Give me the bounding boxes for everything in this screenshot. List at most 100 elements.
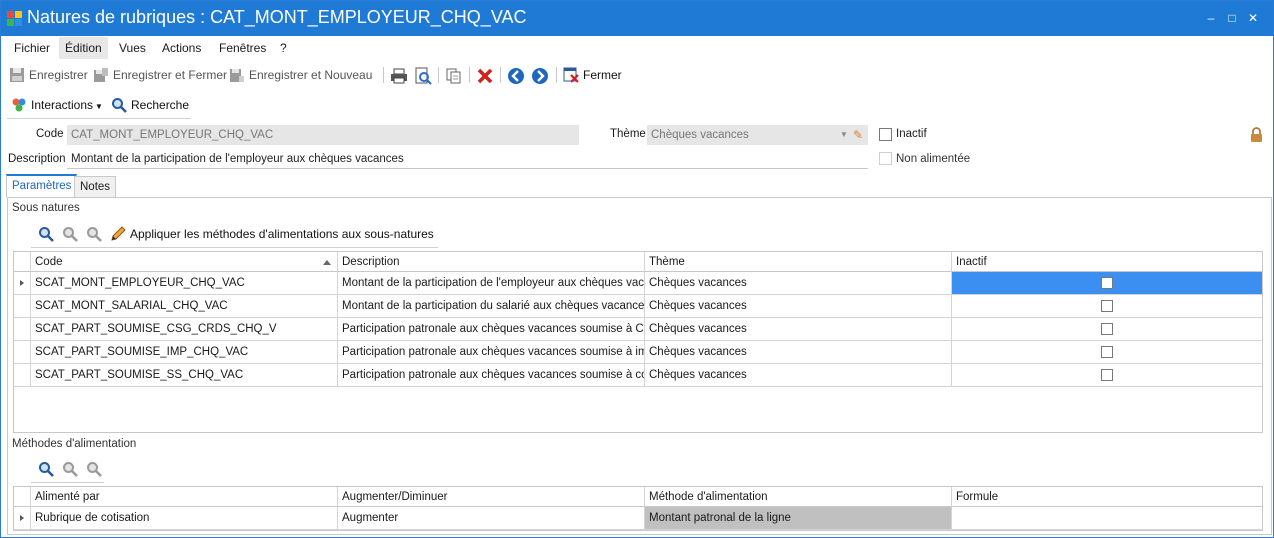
row-indicator[interactable] (14, 507, 31, 530)
menu-actions[interactable]: Actions (156, 37, 207, 59)
methodes-title: Méthodes d'alimentation (12, 438, 137, 450)
sous-natures-title: Sous natures (12, 202, 80, 214)
col-header-augmenter[interactable]: Augmenter/Diminuer (338, 487, 645, 507)
toolbar-separator (438, 67, 439, 83)
cell-description[interactable]: Participation patronale aux chèques vaca… (338, 318, 645, 341)
menu-fichier[interactable]: Fichier (8, 37, 56, 59)
cell-description[interactable]: Montant de la participation de l'employe… (338, 272, 645, 295)
col-header-inactif[interactable]: Inactif (952, 252, 1262, 272)
menu-help[interactable]: ? (274, 37, 293, 59)
theme-label: Thème (610, 128, 646, 140)
cell-code[interactable]: SCAT_PART_SOUMISE_IMP_CHQ_VAC (31, 341, 338, 364)
col-header-theme[interactable]: Thème (645, 252, 952, 272)
inactif-row-checkbox[interactable] (1101, 277, 1113, 289)
row-indicator[interactable] (14, 295, 31, 318)
lock-icon (1251, 127, 1262, 142)
row-indicator[interactable] (14, 318, 31, 341)
pencil-icon[interactable]: ✎ (853, 125, 863, 145)
print-icon[interactable] (390, 67, 408, 85)
cell-augmenter[interactable]: Augmenter (338, 507, 645, 530)
next-icon[interactable] (531, 67, 549, 85)
cell-inactif[interactable] (952, 364, 1262, 387)
minimize-button[interactable]: – (1202, 9, 1220, 27)
description-field[interactable]: Montant de la participation de l'employe… (67, 149, 868, 169)
non-alimentee-checkbox[interactable] (879, 152, 892, 165)
menu-vues[interactable]: Vues (113, 37, 152, 59)
print-preview-icon[interactable] (414, 67, 432, 85)
toolbar-underline (31, 482, 104, 483)
cell-inactif[interactable] (952, 272, 1262, 295)
maximize-button[interactable]: □ (1223, 9, 1241, 27)
search-icon[interactable] (38, 226, 54, 242)
previous-icon[interactable] (507, 67, 525, 85)
inactif-row-checkbox[interactable] (1101, 300, 1113, 312)
cell-formule[interactable] (952, 507, 1262, 530)
non-alimentee-label: Non alimentée (896, 153, 971, 165)
recherche-label: Recherche (131, 98, 190, 112)
description-label: Description (8, 153, 66, 165)
cell-code[interactable]: SCAT_MONT_SALARIAL_CHQ_VAC (31, 295, 338, 318)
apply-methods-button[interactable]: Appliquer les méthodes d'alimentations a… (110, 224, 434, 244)
cell-code[interactable]: SCAT_PART_SOUMISE_SS_CHQ_VAC (31, 364, 338, 387)
interactions-icon (12, 98, 26, 112)
row-indicator[interactable] (14, 341, 31, 364)
cell-description[interactable]: Participation patronale aux chèques vaca… (338, 364, 645, 387)
interactions-bar: Interactions ▼ Recherche (1, 95, 1273, 119)
interactions-button[interactable]: Interactions ▼ (11, 95, 103, 115)
close-doc-icon (563, 67, 579, 83)
inactif-checkbox[interactable] (879, 128, 892, 141)
zoom-out-icon[interactable] (86, 226, 102, 242)
save-new-button[interactable]: Enregistrer et Nouveau (229, 65, 372, 85)
cell-theme[interactable]: Chèques vacances (645, 295, 952, 318)
interactions-label: Interactions (31, 98, 94, 112)
recherche-button[interactable]: Recherche (111, 95, 189, 115)
menu-edition[interactable]: Édition (59, 37, 108, 59)
cell-inactif[interactable] (952, 341, 1262, 364)
zoom-out-icon[interactable] (86, 461, 102, 477)
cell-theme[interactable]: Chèques vacances (645, 318, 952, 341)
code-field[interactable]: CAT_MONT_EMPLOYEUR_CHQ_VAC (67, 125, 579, 145)
cell-alimente-par[interactable]: Rubrique de cotisation (31, 507, 338, 530)
save-button[interactable]: Enregistrer (9, 65, 88, 85)
cell-inactif[interactable] (952, 295, 1262, 318)
code-label: Code (36, 128, 64, 140)
row-indicator[interactable] (14, 364, 31, 387)
cell-theme[interactable]: Chèques vacances (645, 272, 952, 295)
search-icon[interactable] (38, 461, 54, 477)
cell-description[interactable]: Montant de la participation du salarié a… (338, 295, 645, 318)
save-close-button[interactable]: Enregistrer et Fermer (93, 65, 227, 85)
col-header-code[interactable]: Code (31, 252, 338, 272)
cell-theme[interactable]: Chèques vacances (645, 341, 952, 364)
fermer-button[interactable]: Fermer (563, 65, 622, 85)
zoom-in-icon[interactable] (62, 226, 78, 242)
inactif-row-checkbox[interactable] (1101, 323, 1113, 335)
copy-icon[interactable] (445, 67, 463, 85)
close-window-button[interactable]: ✕ (1244, 9, 1262, 27)
inactif-row-checkbox[interactable] (1101, 346, 1113, 358)
zoom-in-icon[interactable] (62, 461, 78, 477)
menu-fenetres[interactable]: Fenêtres (213, 37, 272, 59)
save-new-label: Enregistrer et Nouveau (249, 68, 373, 82)
save-new-icon (230, 68, 244, 82)
cell-methode[interactable]: Montant patronal de la ligne (645, 507, 952, 530)
row-indicator[interactable] (14, 272, 31, 295)
cell-code[interactable]: SCAT_PART_SOUMISE_CSG_CRDS_CHQ_V (31, 318, 338, 341)
toolbar-separator (556, 67, 557, 83)
title-bar[interactable]: Natures de rubriques : CAT_MONT_EMPLOYEU… (1, 1, 1273, 36)
col-header-alimente-par[interactable]: Alimenté par (31, 487, 338, 507)
cell-description[interactable]: Participation patronale aux chèques vaca… (338, 341, 645, 364)
toolbar-separator (500, 67, 501, 83)
delete-icon[interactable] (476, 67, 494, 85)
cell-theme[interactable]: Chèques vacances (645, 364, 952, 387)
tab-notes[interactable]: Notes (74, 176, 117, 198)
col-header-formule[interactable]: Formule (952, 487, 1262, 507)
tab-parametres[interactable]: Paramètres (6, 174, 78, 197)
cell-inactif[interactable] (952, 318, 1262, 341)
inactif-row-checkbox[interactable] (1101, 369, 1113, 381)
cell-code[interactable]: SCAT_MONT_EMPLOYEUR_CHQ_VAC (31, 272, 338, 295)
col-header-methode[interactable]: Méthode d'alimentation (645, 487, 952, 507)
theme-select[interactable]: Chèques vacances ▼ ✎ (647, 125, 868, 145)
col-header-code-label: Code (35, 256, 63, 268)
interactions-underline (7, 118, 191, 119)
col-header-description[interactable]: Description (338, 252, 645, 272)
